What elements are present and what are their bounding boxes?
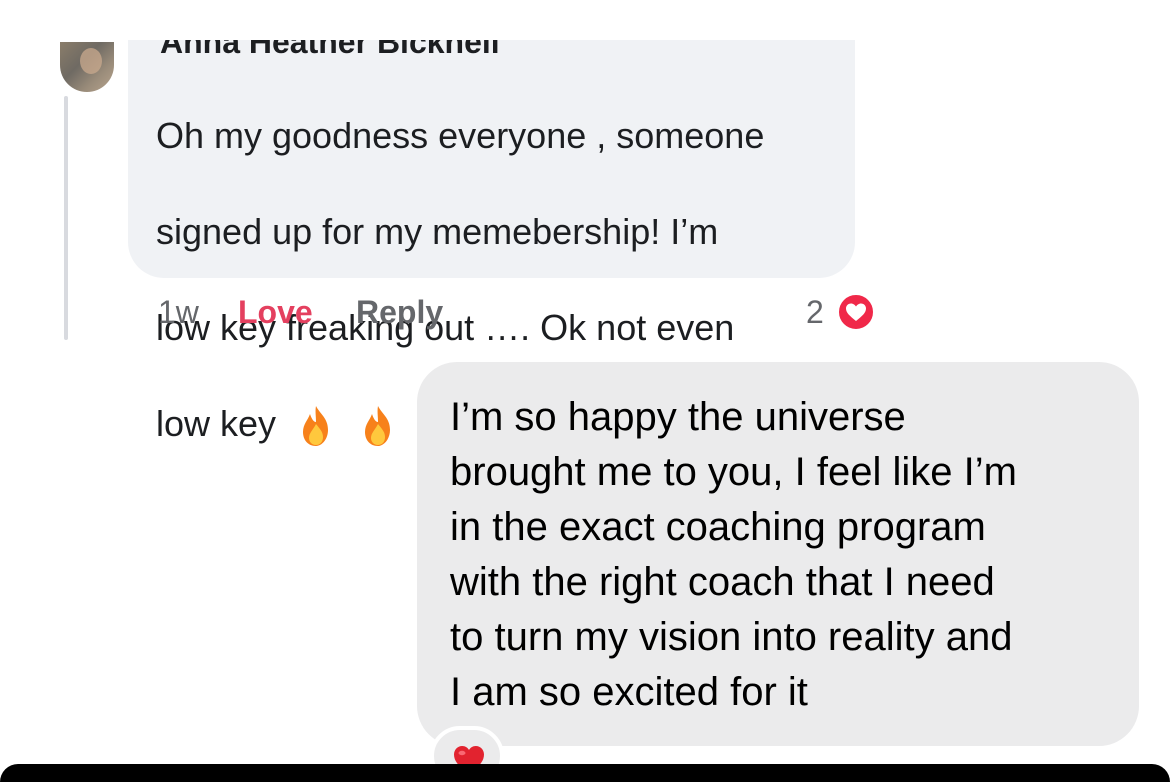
comment-line-text: low key xyxy=(156,403,277,444)
top-crop-edge xyxy=(0,0,1170,40)
comment-timestamp: 1w xyxy=(158,294,199,330)
fire-emoji xyxy=(303,406,329,447)
message-line: I’m so happy the universe xyxy=(450,395,906,439)
message-text: I’m so happy the universe brought me to … xyxy=(450,390,1120,720)
avatar[interactable] xyxy=(60,42,114,92)
comment-line: signed up for my memebership! I’m xyxy=(156,211,719,252)
reply-button[interactable]: Reply xyxy=(356,292,443,332)
love-button[interactable]: Love xyxy=(238,292,313,332)
heart-icon[interactable] xyxy=(836,292,876,332)
message-line: I am so excited for it xyxy=(450,670,808,714)
message-line: with the right coach that I need xyxy=(450,560,995,604)
message-line: in the exact coaching program xyxy=(450,505,986,549)
thread-line xyxy=(64,96,68,340)
message-line: to turn my vision into reality and xyxy=(450,615,1013,659)
screen: Anna Heather Bicknell Oh my goodness eve… xyxy=(0,0,1170,782)
screen-bottom-edge xyxy=(0,764,1170,782)
message-line: brought me to you, I feel like I’m xyxy=(450,450,1017,494)
reaction-count[interactable]: 2 xyxy=(806,292,824,332)
fire-emoji xyxy=(365,406,391,447)
comment-line: Oh my goodness everyone , someone xyxy=(156,115,765,156)
